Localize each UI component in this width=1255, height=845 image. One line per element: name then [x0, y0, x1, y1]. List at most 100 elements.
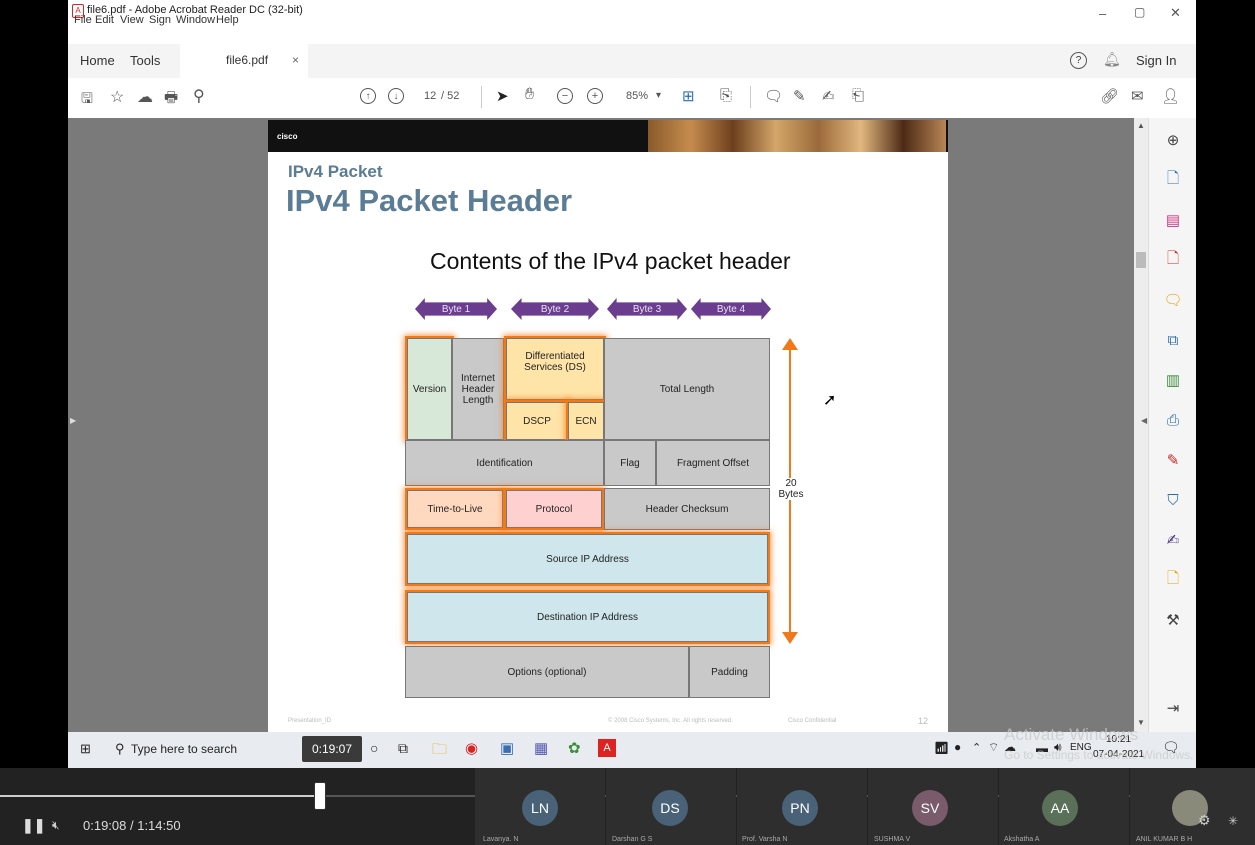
search-icon[interactable]: ⚲	[193, 86, 205, 106]
slide-subtitle: Contents of the IPv4 packet header	[430, 248, 791, 274]
zoom-level-select[interactable]: 85%	[626, 90, 648, 102]
participant-avatar: SV	[912, 790, 948, 826]
link-icon[interactable]: 🔗︎	[1100, 87, 1119, 105]
menu-help[interactable]: Help	[216, 14, 239, 26]
menu-sign[interactable]: Sign	[149, 14, 171, 26]
video-progress-thumb[interactable]	[314, 782, 326, 810]
participant-name: Lavanya. N	[483, 836, 519, 843]
scroll-up-icon[interactable]: ▲	[1137, 121, 1145, 130]
header-photo-strip	[648, 120, 946, 152]
protect-icon[interactable]: ⛉	[1163, 490, 1183, 510]
participant-avatar: PN	[782, 790, 818, 826]
previous-page-icon[interactable]: ↑	[360, 88, 376, 104]
pause-icon[interactable]: ❚❚	[22, 817, 45, 834]
left-panel-toggle-icon[interactable]: ▶	[70, 416, 76, 425]
toolbar-divider	[750, 86, 751, 108]
comment-icon[interactable]: 🗨︎	[764, 87, 783, 105]
field-identification: Identification	[405, 440, 604, 486]
edit-pdf-icon[interactable]: 🗋︎	[1163, 570, 1183, 590]
cortana-icon[interactable]: ○	[370, 740, 378, 756]
chrome-icon[interactable]: ◉	[465, 739, 478, 757]
add-user-icon[interactable]: 👤︎	[1161, 87, 1180, 105]
participant-name: Akshatha A	[1004, 836, 1040, 843]
combine-files-icon[interactable]: ⧉	[1163, 330, 1183, 350]
zoom-tool-icon[interactable]: ⊕	[1163, 130, 1183, 150]
sign-in-link[interactable]: Sign In	[1136, 53, 1176, 68]
tab-document-label: file6.pdf	[226, 53, 269, 67]
sign-icon[interactable]: ✍︎	[822, 87, 835, 105]
fill-sign-icon[interactable]: ✎	[1163, 450, 1183, 470]
select-cursor-icon[interactable]: ➤	[496, 87, 509, 105]
close-button[interactable]: ✕	[1170, 5, 1181, 21]
zoom-out-icon[interactable]: −	[557, 88, 573, 104]
scroll-down-icon[interactable]: ▼	[1137, 718, 1145, 727]
page-total: / 52	[441, 90, 460, 102]
menu-file[interactable]: File	[74, 14, 92, 26]
file-explorer-icon[interactable]: 🗀︎	[432, 739, 447, 764]
tab-home[interactable]: Home	[80, 53, 115, 68]
menu-edit[interactable]: Edit	[95, 14, 114, 26]
tab-tools[interactable]: Tools	[130, 53, 160, 68]
app-icon-1[interactable]: ▣	[500, 739, 514, 757]
taskbar-search-input[interactable]: Type here to search	[131, 742, 237, 756]
size-arrow-up-icon	[782, 338, 798, 350]
tray-expand-icon[interactable]: ⌃	[972, 741, 981, 754]
highlight-pen-icon[interactable]: ✎	[793, 87, 806, 105]
print-icon[interactable]: 🖶︎	[164, 87, 178, 112]
bookmark-star-icon[interactable]: ☆	[110, 87, 124, 107]
tray-app-icon[interactable]: ●	[954, 740, 961, 754]
task-view-icon[interactable]: ⧉	[398, 740, 408, 757]
video-progress-fill	[0, 795, 319, 797]
vertical-scrollbar[interactable]: ▲ ▼	[1134, 118, 1148, 732]
field-destination-ip-address: Destination IP Address	[407, 592, 768, 642]
tab-document[interactable]: file6.pdf ×	[180, 44, 308, 78]
compress-pdf-icon[interactable]: ▥	[1163, 370, 1183, 390]
menu-bar: File Edit View Sign Window Help	[68, 14, 1196, 44]
hand-tool-icon[interactable]: ✋︎	[525, 86, 534, 104]
windows-start-icon[interactable]: ⊞	[80, 741, 91, 757]
tab-close-icon[interactable]: ×	[292, 53, 299, 67]
activate-windows-title: Activate Windows	[1004, 725, 1139, 744]
teams-icon[interactable]: ▦	[534, 739, 548, 757]
menu-view[interactable]: View	[120, 14, 144, 26]
collapse-pane-icon[interactable]: ◀	[1141, 416, 1147, 425]
next-page-icon[interactable]: ↓	[388, 88, 404, 104]
field-padding: Padding	[689, 646, 770, 698]
size-arrow-down-icon	[782, 632, 798, 644]
cisco-logo: cisco	[277, 132, 298, 141]
email-icon[interactable]: ✉	[1131, 87, 1144, 105]
organize-pages-icon[interactable]: ▤	[1163, 210, 1183, 230]
more-tools-icon[interactable]: ⚒︎	[1163, 610, 1183, 630]
expand-pane-icon[interactable]: ⇥	[1163, 698, 1183, 718]
settings-gear-icon[interactable]: ⚙︎	[1198, 812, 1211, 829]
pin-icon[interactable]: ✳	[1228, 814, 1238, 828]
zoom-dropdown-icon[interactable]: ▾	[656, 90, 661, 101]
comment-tool-icon[interactable]: 🗨︎	[1163, 290, 1183, 310]
wifi-icon[interactable]: ⌔	[988, 740, 999, 755]
bell-icon[interactable]: 🔔︎	[1103, 51, 1121, 68]
save-icon[interactable]: 🖫︎	[81, 88, 93, 112]
maximize-button[interactable]: ▢	[1134, 5, 1145, 19]
scroll-mode-icon[interactable]: ⎘	[720, 87, 732, 104]
minimize-button[interactable]: –	[1099, 6, 1106, 21]
scan-pdf-icon[interactable]: ⎙	[1163, 410, 1183, 430]
share-icon[interactable]: ⎗	[852, 87, 864, 104]
network-icon[interactable]: 📶︎	[934, 741, 949, 755]
field-protocol: Protocol	[506, 490, 602, 528]
field-source-ip-address: Source IP Address	[407, 534, 768, 584]
help-icon[interactable]: ?	[1070, 52, 1087, 69]
create-pdf-icon[interactable]: 🗋︎	[1163, 250, 1183, 270]
export-pdf-icon[interactable]: 🗋︎	[1163, 170, 1183, 190]
paint-icon[interactable]: ✿	[568, 739, 581, 757]
page-number-input[interactable]: 12	[424, 90, 436, 102]
byte-2-arrow: Byte 2	[511, 298, 599, 320]
fit-page-icon[interactable]: ⊞	[682, 87, 695, 105]
upload-cloud-icon[interactable]: ☁︎	[137, 87, 153, 107]
mute-icon[interactable]: 🔇︎	[52, 818, 60, 833]
field-fragment-offset: Fragment Offset	[656, 440, 770, 486]
scroll-thumb[interactable]	[1136, 252, 1146, 268]
menu-window[interactable]: Window	[176, 14, 215, 26]
acrobat-taskbar-icon[interactable]: A	[598, 739, 616, 757]
zoom-in-icon[interactable]: +	[587, 88, 603, 104]
request-signature-icon[interactable]: ✍︎	[1163, 530, 1183, 550]
